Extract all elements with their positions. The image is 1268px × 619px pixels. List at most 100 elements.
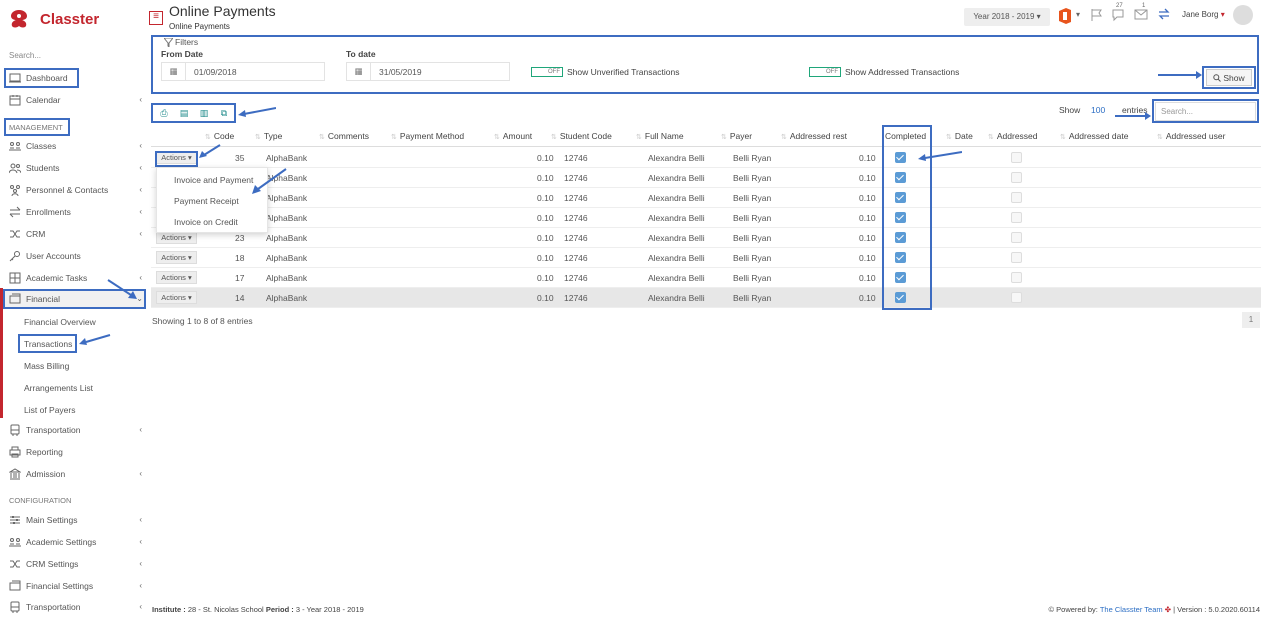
menu-toggle-button[interactable]: ≡ (149, 11, 163, 25)
entries-count-select[interactable]: 100 (1091, 105, 1105, 115)
column-payment-method[interactable]: ⇅ Payment Method (391, 131, 464, 141)
cell-student-code: 12746 (564, 273, 588, 283)
cell-student-code: 12746 (564, 173, 588, 183)
excel-icon[interactable]: ▤ (177, 106, 191, 120)
copy-icon[interactable]: ⧉ (217, 106, 231, 120)
sidebar-item-label: Reporting (26, 447, 63, 457)
sidebar-item-label: Academic Settings (26, 537, 97, 547)
flag-icon[interactable] (1090, 8, 1104, 22)
sidebar-item-crm[interactable]: CRM ‹ (9, 226, 144, 242)
cell-addressed-rest: 0.10 (859, 173, 876, 183)
unverified-toggle[interactable]: OFF (531, 67, 563, 77)
print-icon[interactable]: ⎙ (157, 106, 171, 120)
cell-addressed-rest: 0.10 (859, 233, 876, 243)
column-addressed-user[interactable]: ⇅ Addressed user (1157, 131, 1225, 141)
addressed-checkbox[interactable] (1011, 232, 1022, 243)
brand-name: Classter (40, 10, 100, 28)
addressed-checkbox[interactable] (1011, 272, 1022, 283)
to-date-input[interactable]: ▦ 31/05/2019 (346, 62, 510, 81)
chevron-left-icon: ‹ (139, 537, 142, 546)
personnel-icon (10, 185, 20, 196)
key-icon (9, 251, 20, 262)
table-row: Actions ▾ 18 AlphaBank 0.10 12746 Alexandra B… (151, 248, 1261, 268)
addressed-checkbox[interactable] (1011, 252, 1022, 263)
sidebar-item-transportation[interactable]: Transportation ‹ (9, 422, 144, 438)
column-amount[interactable]: ⇅ Amount (494, 131, 532, 141)
column-type[interactable]: ⇅ Type (255, 131, 282, 141)
chevron-left-icon: ‹ (139, 141, 142, 150)
user-name: Jane Borg (1182, 10, 1219, 19)
sidebar-item-classes[interactable]: Classes ‹ (9, 138, 144, 154)
menu-item-invoice-and-payment[interactable]: Invoice and Payment (174, 175, 253, 185)
menu-item-payment-receipt[interactable]: Payment Receipt (174, 196, 239, 206)
sidebar-sub-financial-overview[interactable]: Financial Overview (24, 317, 96, 327)
page-button[interactable]: 1 (1242, 312, 1260, 328)
sidebar-item-personnel[interactable]: Personnel & Contacts ‹ (9, 182, 144, 198)
chevron-down-icon[interactable]: ▾ (1076, 10, 1080, 19)
addressed-checkbox[interactable] (1011, 292, 1022, 303)
sidebar-sub-mass-billing[interactable]: Mass Billing (24, 361, 69, 371)
sidebar-item-financial-settings[interactable]: Financial Settings ‹ (9, 578, 144, 594)
column-date[interactable]: ⇅ Date (946, 131, 973, 141)
cell-code: 14 (235, 293, 245, 303)
addressed-checkbox[interactable] (1011, 172, 1022, 183)
cell-addressed-rest: 0.10 (859, 153, 876, 163)
addressed-toggle[interactable]: OFF (809, 67, 841, 77)
sidebar-item-user-accounts[interactable]: User Accounts (9, 248, 144, 264)
from-date-input[interactable]: ▦ 01/09/2018 (161, 62, 325, 81)
column-addressed[interactable]: ⇅ Addressed (988, 131, 1038, 141)
team-link[interactable]: The Classter Team (1100, 605, 1163, 614)
sidebar-search-input[interactable]: Search... (9, 51, 41, 60)
addressed-checkbox[interactable] (1011, 212, 1022, 223)
column-addressed-rest[interactable]: ⇅ Addressed rest (781, 131, 847, 141)
money-icon (9, 580, 21, 591)
from-date-value: 01/09/2018 (194, 66, 237, 77)
chevron-left-icon: ‹ (139, 559, 142, 568)
column-code[interactable]: ⇅ Code (205, 131, 234, 141)
actions-button[interactable]: Actions ▾ (156, 271, 197, 284)
highlight-management (4, 118, 70, 136)
logo[interactable]: Classter (10, 9, 99, 29)
menu-item-invoice-on-credit[interactable]: Invoice on Credit (174, 217, 238, 227)
sliders-icon (10, 516, 20, 524)
column-student-code[interactable]: ⇅ Student Code (551, 131, 612, 141)
sidebar-item-crm-settings[interactable]: CRM Settings ‹ (9, 556, 144, 572)
sidebar-item-calendar[interactable]: Calendar ‹ (9, 92, 144, 108)
cell-type: AlphaBank (266, 213, 308, 223)
chevron-down-icon: ▾ (1220, 10, 1225, 19)
cell-full-name: Alexandra Belli (648, 253, 705, 263)
sidebar-item-reporting[interactable]: Reporting (9, 444, 144, 460)
sidebar-item-transportation-settings[interactable]: Transportation ‹ (9, 599, 144, 615)
sidebar-item-admission[interactable]: Admission ‹ (9, 466, 144, 482)
annotation-arrow (199, 144, 221, 158)
sidebar-item-students[interactable]: Students ‹ (9, 160, 144, 176)
column-comments[interactable]: ⇅ Comments (319, 131, 369, 141)
cell-amount: 0.10 (537, 173, 554, 183)
sidebar-item-main-settings[interactable]: Main Settings ‹ (9, 512, 144, 528)
sidebar-sub-list-of-payers[interactable]: List of Payers (24, 405, 76, 415)
cell-full-name: Alexandra Belli (648, 173, 705, 183)
sidebar-item-academic-settings[interactable]: Academic Settings ‹ (9, 534, 144, 550)
notif-badge-1: 27 (1116, 3, 1123, 9)
actions-button[interactable]: Actions ▾ (156, 291, 197, 304)
avatar[interactable] (1233, 5, 1253, 25)
addressed-checkbox[interactable] (1011, 152, 1022, 163)
cell-amount: 0.10 (537, 193, 554, 203)
printer-icon (9, 446, 21, 458)
sync-icon[interactable] (1157, 7, 1171, 21)
sidebar-item-enrollments[interactable]: Enrollments ‹ (9, 204, 144, 220)
chevron-left-icon: ‹ (139, 163, 142, 172)
sidebar-item-label: Enrollments (26, 207, 71, 217)
user-menu[interactable]: Jane Borg ▾ (1182, 10, 1225, 19)
addressed-checkbox[interactable] (1011, 192, 1022, 203)
office-icon[interactable] (1058, 8, 1072, 24)
column-full-name[interactable]: ⇅ Full Name (636, 131, 684, 141)
cell-code: 17 (235, 273, 245, 283)
actions-button[interactable]: Actions ▾ (156, 251, 197, 264)
column-payer[interactable]: ⇅ Payer (721, 131, 752, 141)
column-addressed-date[interactable]: ⇅ Addressed date (1060, 131, 1128, 141)
year-selector[interactable]: Year 2018 - 2019 ▾ (964, 8, 1050, 26)
sidebar-sub-arrangements[interactable]: Arrangements List (24, 383, 93, 393)
cell-full-name: Alexandra Belli (648, 273, 705, 283)
pdf-icon[interactable]: ▥ (197, 106, 211, 120)
